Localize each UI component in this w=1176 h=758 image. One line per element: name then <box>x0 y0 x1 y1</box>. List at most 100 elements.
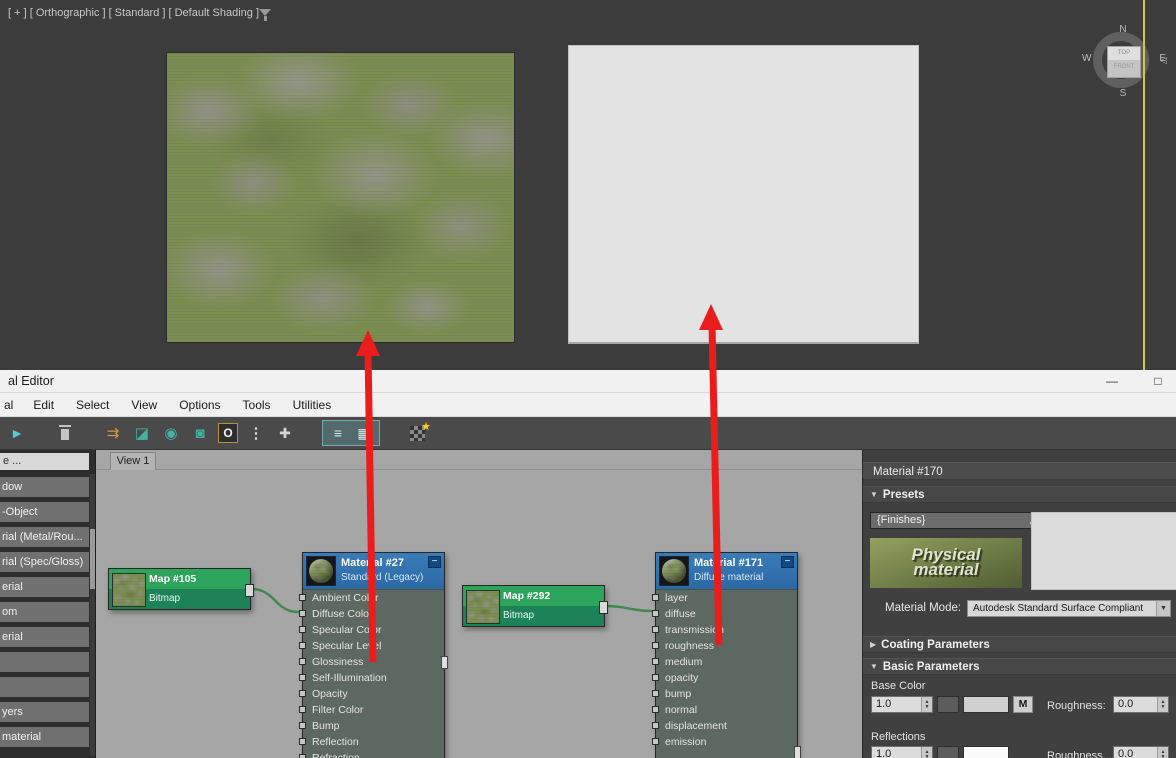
preset-preview-thumbnail[interactable]: Physical material <box>870 538 1022 588</box>
spinner-arrows-icon[interactable]: ▲ ▼ <box>1157 697 1168 712</box>
node-material-27[interactable]: Material #27 Standard (Legacy) − Ambient… <box>299 552 448 758</box>
base-color-map-button[interactable]: M <box>1013 696 1033 713</box>
preview-view-icon[interactable]: ▦ <box>353 422 375 444</box>
material-thumbnail[interactable] <box>659 556 689 586</box>
viewcube-west[interactable]: W <box>1082 53 1091 64</box>
input-socket[interactable] <box>652 594 659 601</box>
base-color-swatch[interactable] <box>963 696 1009 713</box>
bitmap-thumbnail[interactable] <box>466 590 500 624</box>
browser-item[interactable]: material <box>0 727 89 747</box>
titlebar[interactable]: al Editor — □ <box>0 370 1176 393</box>
input-socket[interactable] <box>652 610 659 617</box>
slot-row[interactable]: roughness <box>652 638 797 654</box>
tab-view1[interactable]: View 1 <box>110 452 156 470</box>
browser-search-input[interactable]: e ... <box>0 453 89 470</box>
filter-icon[interactable] <box>258 9 272 23</box>
reflections-weight-spinner[interactable]: 1.0 ▲ ▼ <box>871 746 933 758</box>
slot-row[interactable]: emission <box>652 734 797 750</box>
viewcube[interactable]: TOP FRONT N W E S ◁ <box>1082 24 1167 99</box>
input-socket[interactable] <box>652 738 659 745</box>
spinner-arrows-icon[interactable]: ▲ ▼ <box>921 747 932 758</box>
menu-edit[interactable]: Edit <box>22 398 65 412</box>
align-icon[interactable]: ✚ <box>274 422 296 444</box>
input-socket[interactable] <box>652 626 659 633</box>
browser-item[interactable]: -Object <box>0 502 89 522</box>
layout-children-icon[interactable]: ⋮ <box>245 422 267 444</box>
output-socket[interactable] <box>599 601 608 614</box>
material-thumbnail[interactable] <box>306 556 336 586</box>
textured-plane-object[interactable] <box>167 53 514 342</box>
input-socket[interactable] <box>652 642 659 649</box>
slot-row[interactable]: Filter Color <box>299 702 444 718</box>
slot-row[interactable]: Bump <box>299 718 444 734</box>
pick-material-icon[interactable]: ► <box>6 422 28 444</box>
input-socket[interactable] <box>652 706 659 713</box>
slot-row[interactable]: medium <box>652 654 797 670</box>
input-socket[interactable] <box>299 658 306 665</box>
browser-item[interactable] <box>0 652 89 672</box>
reflections-roughness-spinner[interactable]: 0.0 ▲ ▼ <box>1113 746 1169 758</box>
slot-row[interactable]: bump <box>652 686 797 702</box>
slot-row[interactable]: Glossiness <box>299 654 444 670</box>
base-color-weight-spinner[interactable]: 1.0 ▲ ▼ <box>871 696 933 713</box>
slot-row[interactable]: diffuse <box>652 606 797 622</box>
delete-icon[interactable] <box>54 422 76 444</box>
connect-children-icon[interactable]: ⇉ <box>102 422 124 444</box>
input-socket[interactable] <box>299 642 306 649</box>
menu-tools[interactable]: Tools <box>232 398 282 412</box>
rollout-coating-parameters[interactable]: ▶ Coating Parameters <box>863 636 1176 653</box>
node-map-292[interactable]: Map #292 Bitmap <box>462 585 608 627</box>
input-socket[interactable] <box>299 690 306 697</box>
material-mode-dropdown[interactable]: Autodesk Standard Surface Compliant ▼ <box>967 600 1171 617</box>
slot-row[interactable]: Opacity <box>299 686 444 702</box>
browser-item[interactable]: dow <box>0 477 89 497</box>
spinner-arrows-icon[interactable]: ▲ ▼ <box>1157 747 1168 758</box>
collapse-button[interactable]: − <box>781 556 794 568</box>
slot-row[interactable]: Diffuse Color <box>299 606 444 622</box>
spinner-arrows-icon[interactable]: ▲ ▼ <box>921 697 932 712</box>
show-background-icon[interactable]: ◉ <box>160 422 182 444</box>
node-resize-handle[interactable] <box>441 656 448 669</box>
input-socket[interactable] <box>652 690 659 697</box>
reflections-color-swatch[interactable] <box>963 746 1009 758</box>
input-socket[interactable] <box>299 706 306 713</box>
browser-item[interactable]: yers <box>0 702 89 722</box>
viewcube-cube[interactable]: TOP FRONT <box>1107 46 1141 78</box>
viewcube-south[interactable]: S <box>1090 88 1156 99</box>
browser-item[interactable]: om <box>0 602 89 622</box>
input-socket[interactable] <box>652 722 659 729</box>
browser-item[interactable]: rial (Metal/Rou... <box>0 527 89 547</box>
hide-unused-slots-icon[interactable]: ◪ <box>131 422 153 444</box>
viewport-label[interactable]: [ + ] [ Orthographic ] [ Standard ] [ De… <box>8 7 259 19</box>
node-resize-handle[interactable] <box>794 746 801 758</box>
browser-scrollbar[interactable] <box>90 474 95 756</box>
slot-row[interactable]: normal <box>652 702 797 718</box>
browser-item[interactable]: erial <box>0 627 89 647</box>
slot-row[interactable]: layer <box>652 590 797 606</box>
slot-row[interactable]: displacement <box>652 718 797 734</box>
browser-item[interactable]: rial (Spec/Gloss) <box>0 552 89 572</box>
viewcube-front-face[interactable]: FRONT <box>1108 60 1140 77</box>
input-socket[interactable] <box>299 754 306 758</box>
presets-dropdown[interactable]: {Finishes} ▼ <box>870 512 1040 529</box>
slot-row[interactable]: Specular Color <box>299 622 444 638</box>
slot-row[interactable]: Self-Illumination <box>299 670 444 686</box>
render-map-icon[interactable]: ★ <box>406 421 431 444</box>
input-socket[interactable] <box>299 722 306 729</box>
slot-row[interactable]: Refraction <box>299 750 444 758</box>
node-map-105[interactable]: Map #105 Bitmap <box>108 568 254 610</box>
input-socket[interactable] <box>299 594 306 601</box>
node-material-171[interactable]: Material #171 Diffuse material − layer d… <box>652 552 801 758</box>
input-socket[interactable] <box>652 658 659 665</box>
browser-item[interactable] <box>0 677 89 697</box>
rollout-presets[interactable]: ▼ Presets <box>863 486 1176 503</box>
slot-row[interactable]: Reflection <box>299 734 444 750</box>
input-socket[interactable] <box>299 738 306 745</box>
menu-view[interactable]: View <box>120 398 168 412</box>
slot-row[interactable]: Specular Level <box>299 638 444 654</box>
menu-utilities[interactable]: Utilities <box>282 398 343 412</box>
untextured-plane-object[interactable] <box>568 45 919 344</box>
show-shaded-material-icon[interactable]: ◙ <box>189 422 211 444</box>
menu-options[interactable]: Options <box>168 398 231 412</box>
input-socket[interactable] <box>299 626 306 633</box>
